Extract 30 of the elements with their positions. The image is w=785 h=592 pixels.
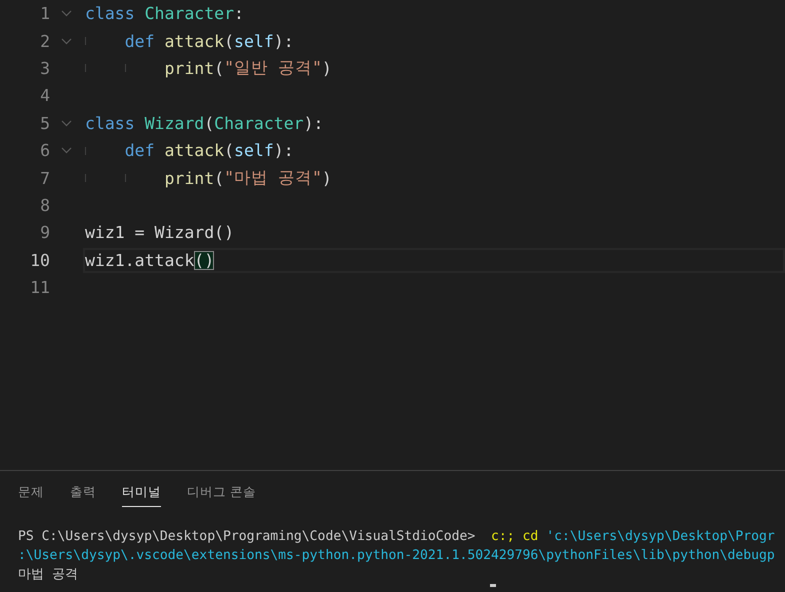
code-line: def attack(self): [83,28,785,54]
line-number: 11 [29,278,50,298]
terminal-line: :\Users\dysyp\.vscode\extensions\ms-python.python-2021.1.502429796\pythonFiles\lib\python\debugp [18,547,776,565]
line-number: 2 [39,32,50,51]
chevron-down-icon[interactable] [61,38,72,45]
line-number: 1 [39,4,50,24]
line-number: 9 [39,223,50,242]
line-number: 3 [39,58,50,78]
panel-tab[interactable]: 출력 [70,484,96,507]
line-number: 10 [29,250,50,270]
cursor-icon [490,584,496,587]
panel-tab[interactable]: 문제 [18,484,44,507]
panel-tab[interactable]: 터미널 [122,484,161,507]
code-line: class Wizard(Character): [84,112,324,135]
chevron-down-icon[interactable] [61,120,72,127]
code-line: print("마법 공격") [83,166,785,191]
chevron-down-icon[interactable] [61,147,72,154]
line-number: 5 [39,114,50,133]
code-line: print("일반 공격") [83,56,785,81]
line-number: 8 [39,196,50,215]
line-number: 7 [39,168,50,188]
code-line: class Character: [84,3,245,26]
line-number: 6 [39,141,50,160]
terminal-line: PS C:\Users\dysyp\Desktop\Programing\Code\VisualStdioCode> c:; cd 'c:\Users\dysyp\Desktop\Progr [18,528,776,546]
terminal-line: 마법 공격 [18,566,79,584]
chevron-down-icon[interactable] [61,10,72,18]
line-number: 4 [39,86,50,106]
code-line: def attack(self): [83,138,785,164]
code-line: wiz1 = Wizard() [84,222,236,244]
panel-tab[interactable]: 디버그 콘솔 [187,484,256,507]
